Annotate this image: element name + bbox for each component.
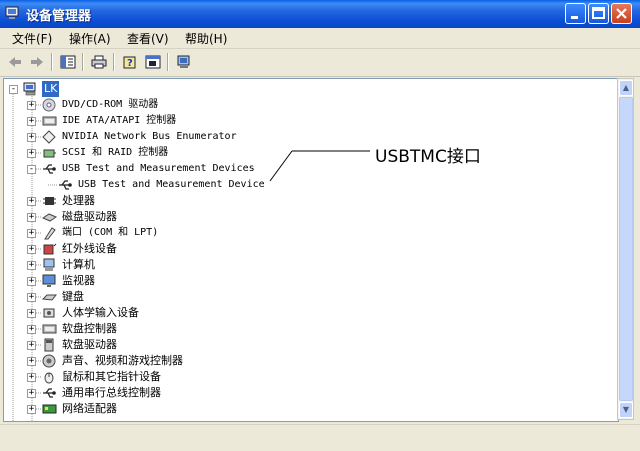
vertical-scrollbar[interactable]: ▲ ▼ bbox=[617, 78, 634, 420]
annotation-overlay bbox=[269, 150, 370, 182]
device-manager-window: 设备管理器 文件(F) 操作(A) 查看(V) 帮助(H) ? - LK + D… bbox=[0, 0, 640, 451]
status-bar bbox=[0, 424, 640, 451]
usbtmc-annotation: USBTMC接口 bbox=[375, 147, 481, 167]
scroll-thumb[interactable] bbox=[619, 97, 633, 401]
scroll-up-arrow[interactable]: ▲ bbox=[619, 80, 633, 96]
scroll-down-arrow[interactable]: ▼ bbox=[619, 402, 633, 418]
annotation-leader-line bbox=[269, 150, 293, 182]
